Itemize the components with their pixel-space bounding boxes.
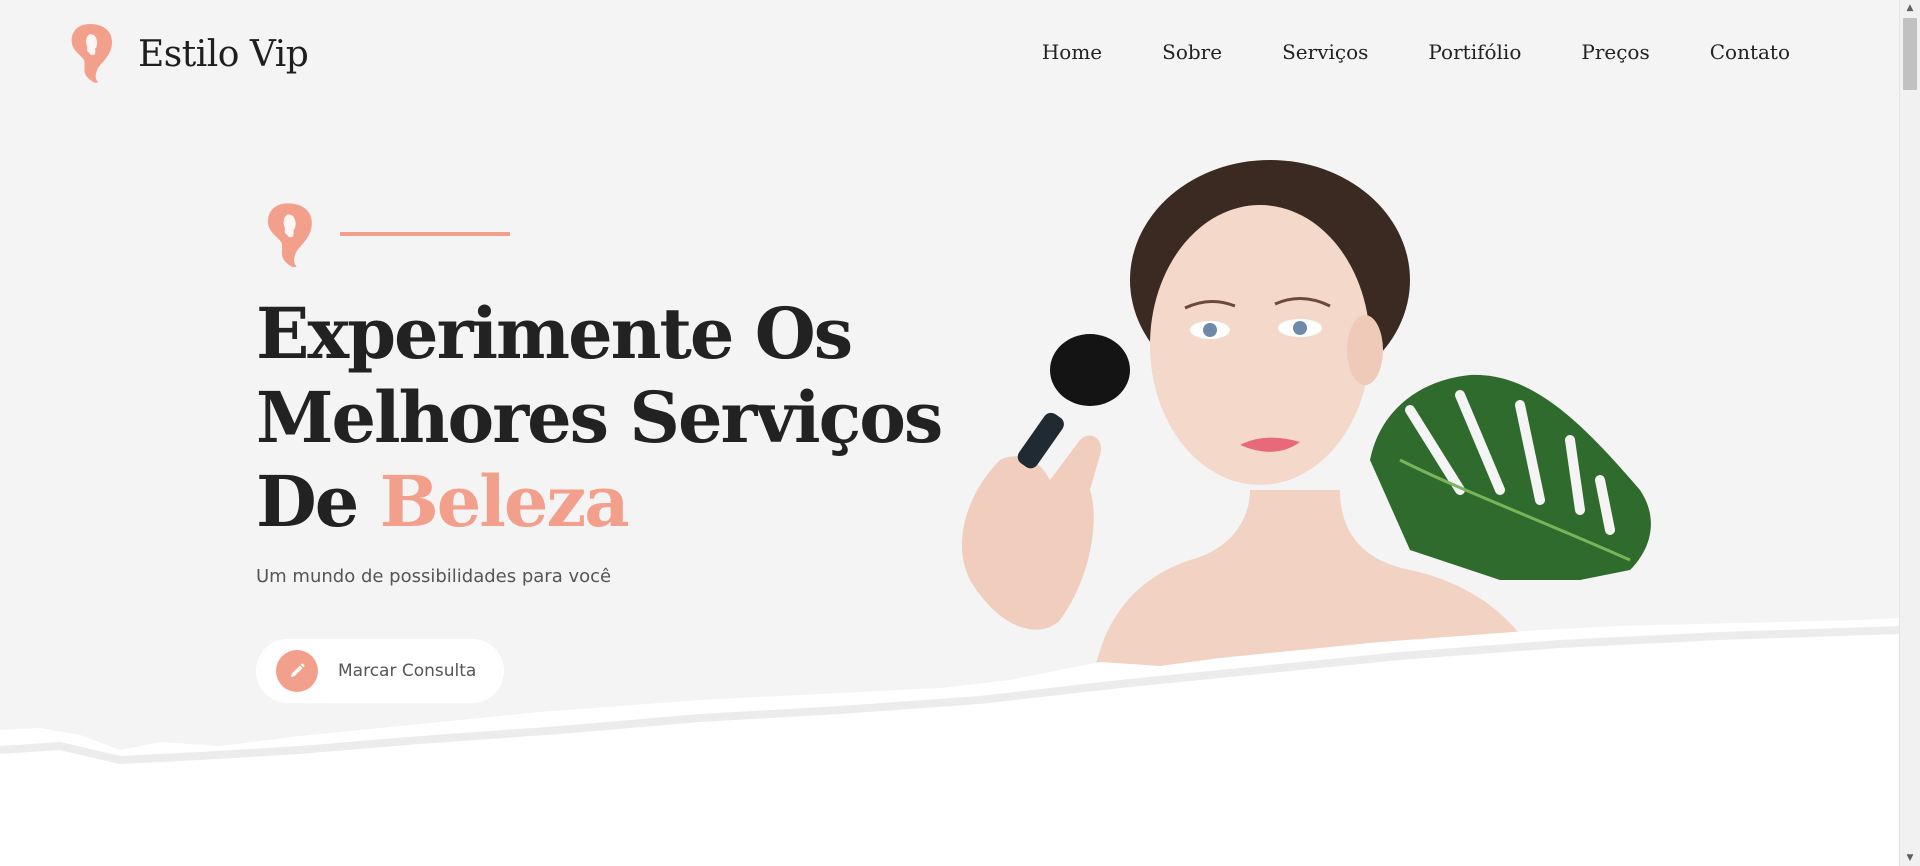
- hero-title-accent: Beleza: [379, 460, 630, 543]
- hero-title-line1: Experimente Os: [256, 292, 853, 375]
- nav-item-contato[interactable]: Contato: [1710, 40, 1790, 64]
- woman-profile-icon: [267, 203, 312, 268]
- hero-title: Experimente Os Melhores Serviços De Bele…: [256, 292, 976, 544]
- model-iris-left: [1203, 323, 1217, 337]
- model-iris-right: [1293, 321, 1307, 335]
- torn-paper-divider: [0, 618, 1900, 866]
- site-header: Estilo Vip Home Sobre Serviços Portifóli…: [0, 0, 1900, 110]
- hero-title-line2: Melhores Serviços: [256, 376, 943, 459]
- nav-item-home[interactable]: Home: [1042, 40, 1102, 64]
- brand-name: Estilo Vip: [138, 33, 309, 75]
- scroll-up-icon[interactable]: ▲: [1900, 0, 1920, 16]
- decorative-divider: [340, 232, 510, 236]
- scrollbar-thumb[interactable]: [1903, 18, 1917, 90]
- brand-logo[interactable]: Estilo Vip: [68, 22, 309, 86]
- nav-item-portifolio[interactable]: Portifólio: [1428, 40, 1521, 64]
- hero-subtitle: Um mundo de possibilidades para você: [256, 566, 612, 587]
- model-ear: [1347, 315, 1383, 385]
- monstera-leaf: [1370, 374, 1651, 580]
- main-nav: Home Sobre Serviços Portifólio Preços Co…: [1042, 40, 1790, 64]
- vertical-scrollbar[interactable]: ▲ ▼: [1899, 0, 1920, 866]
- nav-item-servicos[interactable]: Serviços: [1282, 40, 1368, 64]
- page: Estilo Vip Home Sobre Serviços Portifóli…: [0, 0, 1920, 866]
- nav-item-precos[interactable]: Preços: [1581, 40, 1649, 64]
- nav-item-sobre[interactable]: Sobre: [1162, 40, 1222, 64]
- hero-title-line3-prefix: De: [256, 460, 380, 543]
- woman-profile-icon: [71, 24, 112, 83]
- scroll-down-icon[interactable]: ▼: [1900, 850, 1920, 866]
